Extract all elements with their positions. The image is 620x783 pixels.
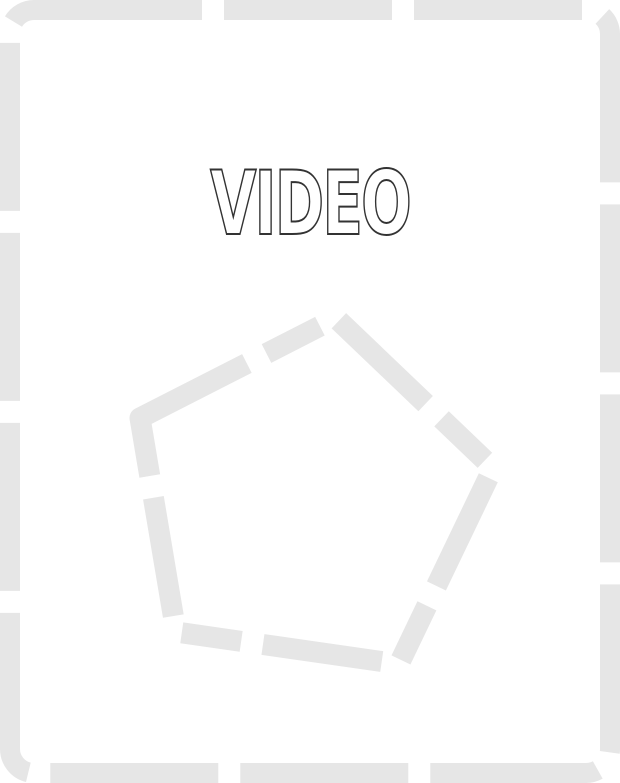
dashed-pentagon-icon — [129, 307, 504, 675]
dashed-frame-border — [0, 0, 620, 783]
video-placeholder-card: VIDEO — [0, 0, 620, 783]
video-title: VIDEO — [209, 152, 412, 255]
